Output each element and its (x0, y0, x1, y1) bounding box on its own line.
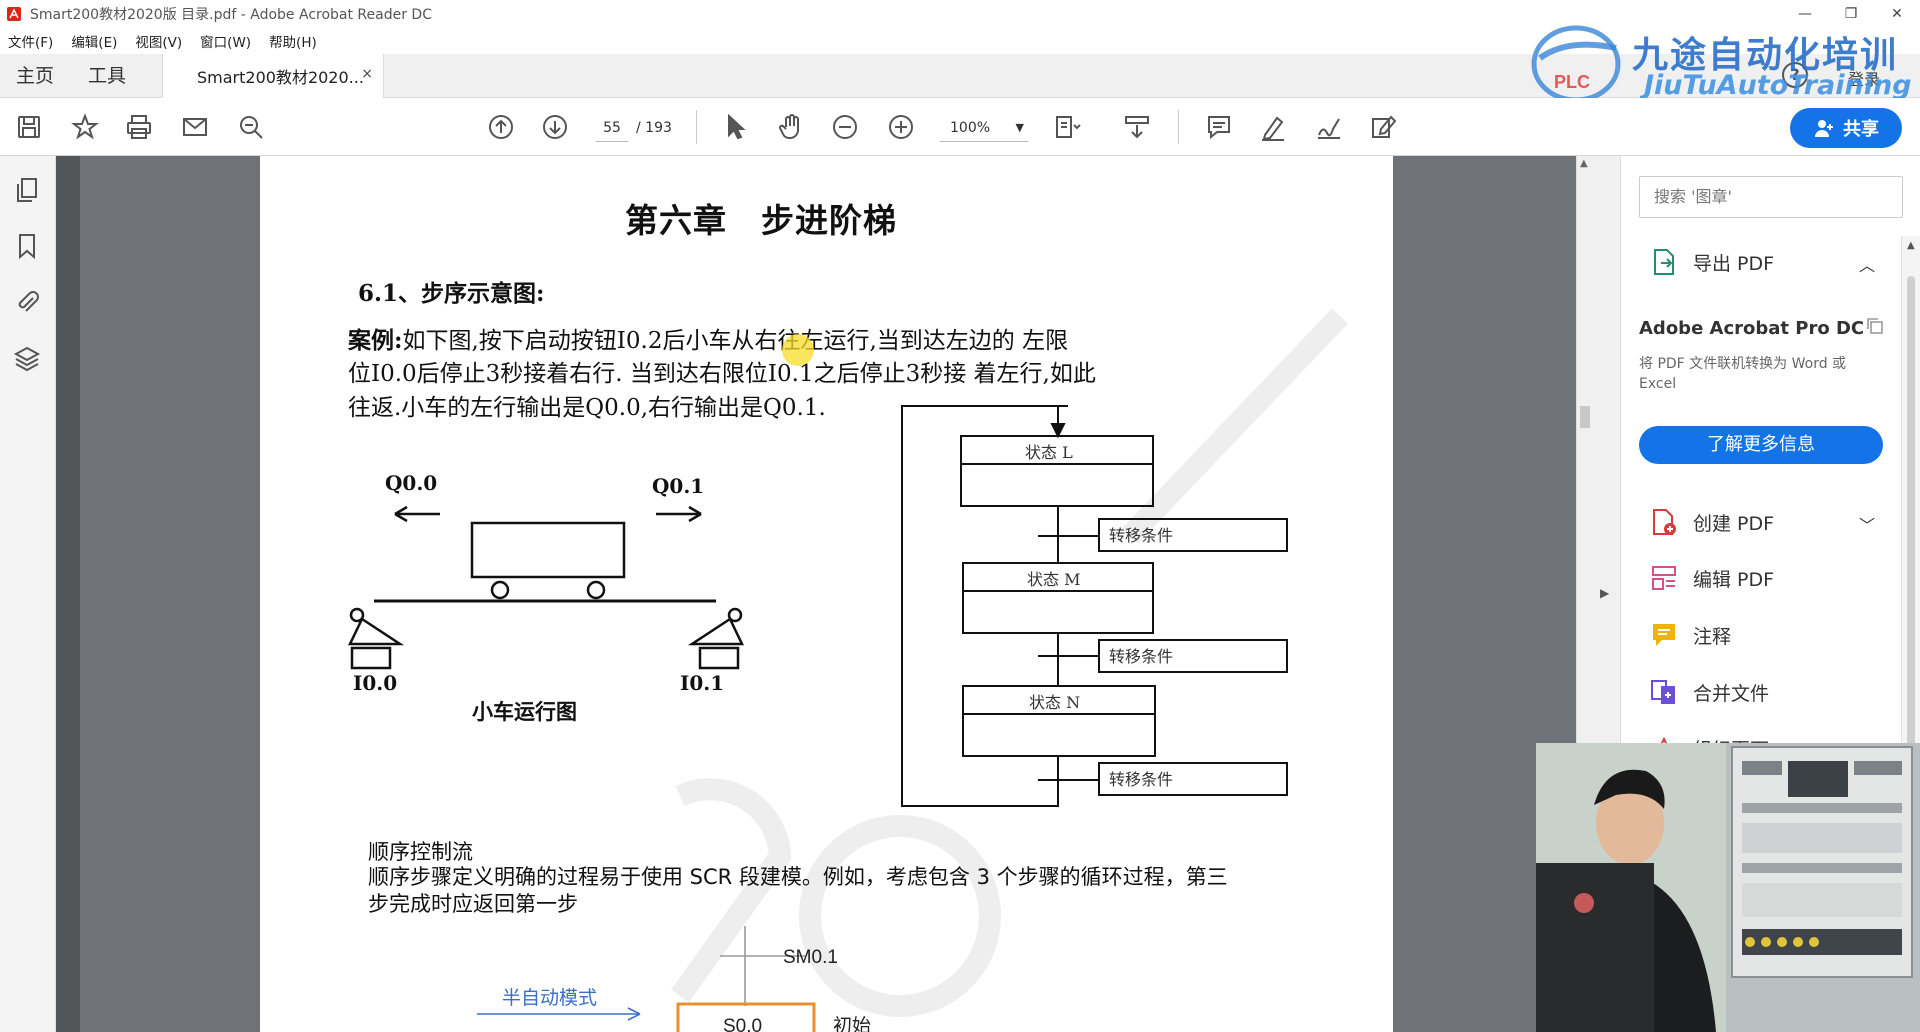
page-total: / 193 (636, 120, 672, 136)
page-thumbnails-icon[interactable] (13, 176, 43, 206)
pdf-page: 第六章 步进阶梯 6.1、步序示意图: 案例:如下图,按下启动按钮I0.2后小车… (260, 156, 1393, 1032)
bookmarks-icon[interactable] (13, 232, 43, 262)
sm01-label: SM0.1 (783, 947, 838, 968)
edit-doc-icon[interactable] (1368, 112, 1398, 142)
prev-page-icon[interactable] (486, 112, 516, 142)
save-icon[interactable] (14, 112, 44, 142)
export-pdf-item[interactable]: 导出 PDF (1649, 244, 1774, 280)
toolbar-divider (696, 110, 697, 144)
s00-label: S0.0 (723, 1016, 762, 1032)
tools-search-input[interactable]: 搜索 '图章' (1639, 176, 1903, 218)
search-zoom-icon[interactable] (236, 112, 266, 142)
menu-file[interactable]: 文件(F) (8, 31, 53, 51)
export-pdf-label: 导出 PDF (1693, 252, 1775, 275)
restore-button[interactable]: ❐ (1828, 0, 1874, 28)
scroll-up-icon[interactable]: ▲ (1580, 158, 1588, 169)
edit-pdf-icon (1649, 563, 1679, 593)
menu-bar: 文件(F) 编辑(E) 视图(V) 窗口(W) 帮助(H) (0, 28, 1920, 54)
comment-tool-icon (1649, 620, 1679, 650)
toolbar: 55 / 193 100% ▼ 共享 (0, 98, 1920, 156)
bookmark-star-icon[interactable] (70, 112, 100, 142)
hand-tool-icon[interactable] (776, 112, 806, 142)
menu-edit[interactable]: 编辑(E) (71, 31, 117, 51)
chevron-up-icon[interactable]: ︿ (1859, 252, 1875, 276)
sign-icon[interactable] (1314, 112, 1344, 142)
page-number-input[interactable]: 55 (596, 114, 628, 142)
comment-item[interactable]: 注释 (1649, 617, 1731, 653)
tab-bar: 主页 工具 Smart200教材2020... × ? 登录 (0, 54, 1920, 98)
attachments-icon[interactable] (13, 288, 43, 318)
close-window-button[interactable]: ✕ (1874, 0, 1920, 28)
create-pdf-label: 创建 PDF (1693, 512, 1775, 535)
collapse-right-icon[interactable]: ▶ (1600, 586, 1609, 600)
fit-page-icon[interactable] (1052, 112, 1082, 142)
webcam-overlay (1536, 743, 1920, 1032)
create-pdf-icon (1649, 507, 1679, 537)
bottom-figure: SM0.1 半自动模式 S0.0 初始 (477, 926, 871, 1032)
print-icon[interactable] (124, 112, 154, 142)
tab-tools[interactable]: 工具 (88, 54, 126, 98)
chevron-down-icon: ▼ (1015, 121, 1024, 134)
highlight-pen-icon[interactable] (1258, 112, 1288, 142)
collapse-left-icon[interactable]: ◀ (64, 586, 73, 600)
comment-label: 注释 (1693, 625, 1732, 648)
chevron-down-icon[interactable]: ﹀ (1859, 512, 1875, 536)
webcam-image (1536, 743, 1920, 1032)
menu-view[interactable]: 视图(V) (135, 31, 182, 51)
share-button[interactable]: 共享 (1790, 108, 1902, 148)
menu-help[interactable]: 帮助(H) (269, 31, 317, 51)
mode-label: 半自动模式 (502, 987, 597, 1009)
next-page-icon[interactable] (540, 112, 570, 142)
tab-document[interactable]: Smart200教材2020... × (162, 54, 384, 98)
export-pdf-icon (1649, 247, 1679, 277)
zoom-out-icon[interactable] (830, 112, 860, 142)
mode-arrow (477, 1007, 641, 1021)
close-tab-icon[interactable]: × (361, 66, 373, 82)
title-bar: Smart200教材2020版 目录.pdf - Adobe Acrobat R… (0, 0, 1920, 28)
learn-more-button[interactable]: 了解更多信息 (1639, 426, 1883, 464)
zoom-value: 100% (950, 120, 991, 136)
scrollbar-thumb[interactable] (1580, 406, 1590, 428)
left-nav-rail (0, 156, 56, 1032)
scrollbar-thumb[interactable] (1907, 276, 1915, 756)
scroll-mode-icon[interactable] (1122, 112, 1152, 142)
share-label: 共享 (1843, 119, 1879, 140)
promo-title: Adobe Acrobat Pro DC (1639, 318, 1865, 339)
tab-document-label: Smart200教材2020... (197, 68, 364, 87)
combine-files-icon (1649, 677, 1679, 707)
toolbar-divider (1178, 110, 1179, 144)
init-label: 初始 (833, 1015, 871, 1032)
scroll-up-icon[interactable]: ▲ (1907, 240, 1915, 251)
acrobat-app-icon (7, 7, 21, 21)
window-title: Smart200教材2020版 目录.pdf - Adobe Acrobat R… (30, 7, 432, 23)
layers-icon[interactable] (13, 344, 43, 374)
email-icon[interactable] (180, 112, 210, 142)
combine-files-item[interactable]: 合并文件 (1649, 674, 1769, 710)
help-icon[interactable]: ? (1782, 62, 1808, 88)
create-pdf-item[interactable]: 创建 PDF (1649, 504, 1774, 540)
copy-icon[interactable] (1865, 316, 1885, 336)
zoom-dropdown[interactable]: 100% ▼ (940, 114, 1028, 142)
minimize-button[interactable]: — (1782, 0, 1828, 28)
edit-pdf-label: 编辑 PDF (1693, 568, 1775, 591)
tab-home[interactable]: 主页 (16, 54, 54, 98)
menu-window[interactable]: 窗口(W) (200, 31, 251, 51)
comment-icon[interactable] (1204, 112, 1234, 142)
edit-pdf-item[interactable]: 编辑 PDF (1649, 560, 1774, 596)
add-user-icon (1815, 120, 1833, 137)
zoom-in-icon[interactable] (886, 112, 916, 142)
combine-files-label: 合并文件 (1693, 682, 1770, 705)
login-link[interactable]: 登录 (1848, 66, 1880, 90)
select-arrow-icon[interactable] (720, 112, 750, 142)
promo-description: 将 PDF 文件联机转换为 Word 或 Excel (1639, 356, 1847, 392)
